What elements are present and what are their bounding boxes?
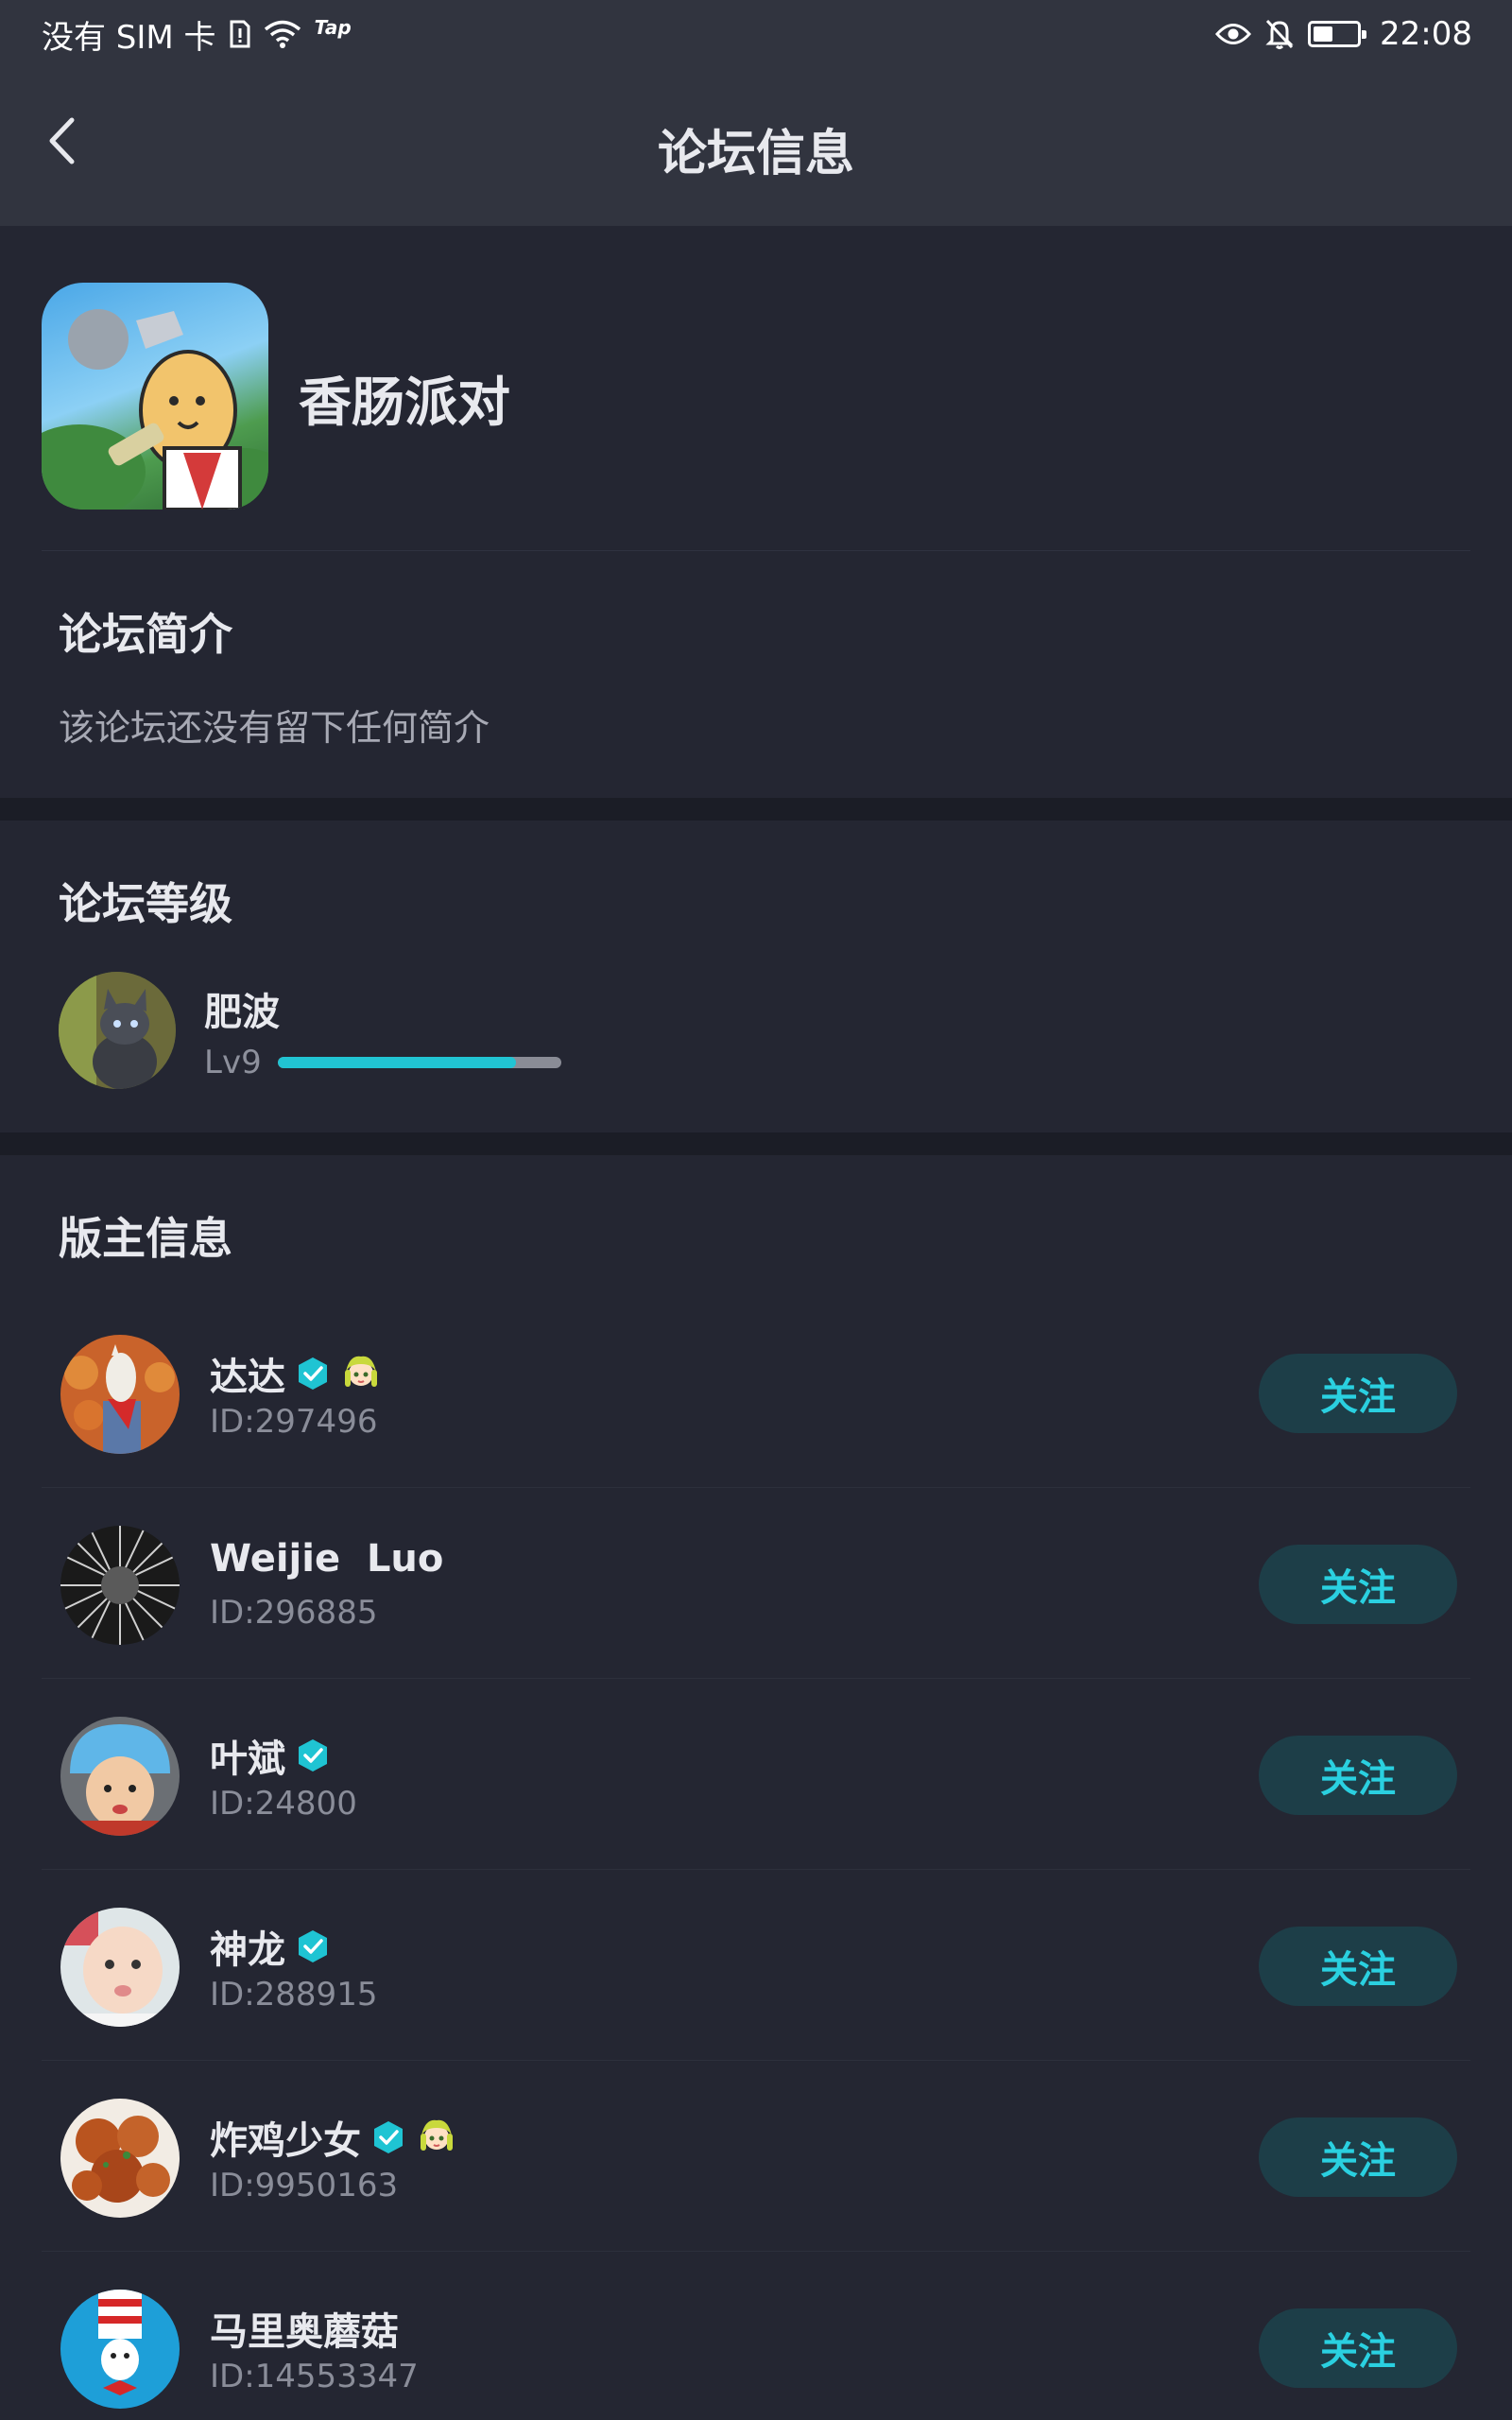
follow-button[interactable]: 关注: [1259, 2308, 1457, 2388]
moderator-name: Weijie Luo: [210, 1537, 444, 1581]
follow-button[interactable]: 关注: [1259, 1354, 1457, 1433]
section-divider: [0, 798, 1512, 821]
follow-button[interactable]: 关注: [1259, 2118, 1457, 2197]
sim-card-icon: [230, 20, 250, 48]
status-bar: 没有 SIM 卡 Tap 22:08: [0, 0, 1512, 68]
moderator-id: ID:296885: [210, 1594, 378, 1632]
forum-info-card: 香肠派对 论坛简介 该论坛还没有留下任何简介: [0, 226, 1512, 798]
forum-name: 香肠派对: [299, 372, 510, 434]
avatar[interactable]: [60, 2290, 180, 2409]
clock-text: 22:08: [1380, 15, 1472, 53]
girl-badge-icon: [340, 1353, 382, 1394]
battery-level: [1314, 26, 1333, 42]
header: 论坛信息: [0, 68, 1512, 226]
moderator-name-line: 神龙: [210, 1919, 331, 1974]
status-left: 没有 SIM 卡 Tap: [42, 11, 352, 58]
forum-intro: 论坛简介 该论坛还没有留下任何简介: [0, 600, 1512, 751]
follow-button[interactable]: 关注: [1259, 1545, 1457, 1624]
eye-icon: [1215, 22, 1252, 46]
avatar[interactable]: [60, 1526, 180, 1645]
avatar[interactable]: [60, 2099, 180, 2218]
moderator-id: ID:297496: [210, 1403, 378, 1441]
list-item[interactable]: 马里奥蘑菇 ID:14553347 关注: [42, 2252, 1470, 2420]
list-item[interactable]: 叶斌 ID:24800 关注: [42, 1679, 1470, 1870]
list-item[interactable]: Weijie Luo ID:296885 关注: [42, 1488, 1470, 1679]
verified-icon: [295, 1928, 331, 1964]
moderator-id: ID:14553347: [210, 2358, 419, 2395]
verified-icon: [295, 1356, 331, 1392]
moderator-name: 马里奥蘑菇: [210, 2310, 399, 2354]
level-user-name: 肥波: [204, 991, 280, 1034]
follow-button[interactable]: 关注: [1259, 1927, 1457, 2006]
top-bar: 没有 SIM 卡 Tap 22:08 论坛信息: [0, 0, 1512, 226]
forum-header: 香肠派对: [42, 226, 1470, 551]
avatar[interactable]: [60, 1908, 180, 2027]
avatar[interactable]: [60, 1717, 180, 1836]
intro-text: 该论坛还没有留下任何简介: [59, 707, 490, 749]
tap-indicator: Tap: [314, 16, 352, 39]
level-progress-fill: [278, 1057, 516, 1068]
page-title: 论坛信息: [657, 126, 854, 182]
intro-title: 论坛简介: [59, 609, 232, 660]
moderators-section: 版主信息 达达 ID:297496 关注 Weijie Luo ID:29688…: [0, 1155, 1512, 2420]
forum-level-section: 论坛等级 肥波 Lv9: [0, 821, 1512, 1132]
follow-button[interactable]: 关注: [1259, 1736, 1457, 1815]
list-item[interactable]: 神龙 ID:288915 关注: [42, 1870, 1470, 2061]
moderator-name: 神龙: [210, 1928, 285, 1972]
avatar[interactable]: [60, 1335, 180, 1454]
moderator-name-line: 达达: [210, 1346, 382, 1401]
level-progress-bar: [278, 1057, 561, 1068]
bell-off-icon: [1264, 18, 1295, 50]
verified-icon: [370, 2119, 406, 2155]
girl-badge-icon: [416, 2117, 457, 2158]
moderators-title: 版主信息: [59, 1213, 232, 1264]
avatar[interactable]: [59, 972, 176, 1089]
level-label: Lv9: [204, 1044, 262, 1081]
carrier-text: 没有 SIM 卡: [42, 18, 216, 57]
moderator-id: ID:24800: [210, 1785, 357, 1823]
list-item[interactable]: 炸鸡少女 ID:9950163 关注: [42, 2061, 1470, 2252]
moderator-name-line: 马里奥蘑菇: [210, 2301, 399, 2356]
moderator-name-line: Weijie Luo: [210, 1537, 443, 1581]
list-item[interactable]: 达达 ID:297496 关注: [42, 1297, 1470, 1488]
section-divider: [0, 1132, 1512, 1155]
moderator-name-line: 炸鸡少女: [210, 2110, 457, 2165]
moderator-name: 叶斌: [210, 1737, 285, 1781]
verified-icon: [295, 1737, 331, 1773]
forum-game-icon: [42, 283, 268, 510]
moderator-name: 达达: [210, 1356, 285, 1399]
moderator-list: 达达 ID:297496 关注 Weijie Luo ID:296885 关注 …: [0, 1297, 1512, 2420]
status-right: 22:08: [1215, 15, 1472, 53]
wifi-icon: [264, 19, 301, 49]
moderator-id: ID:9950163: [210, 2167, 399, 2204]
level-title: 论坛等级: [59, 878, 232, 929]
moderator-name-line: 叶斌: [210, 1728, 331, 1783]
battery-icon: [1308, 21, 1367, 47]
moderator-id: ID:288915: [210, 1976, 378, 2014]
moderator-name: 炸鸡少女: [210, 2119, 361, 2163]
